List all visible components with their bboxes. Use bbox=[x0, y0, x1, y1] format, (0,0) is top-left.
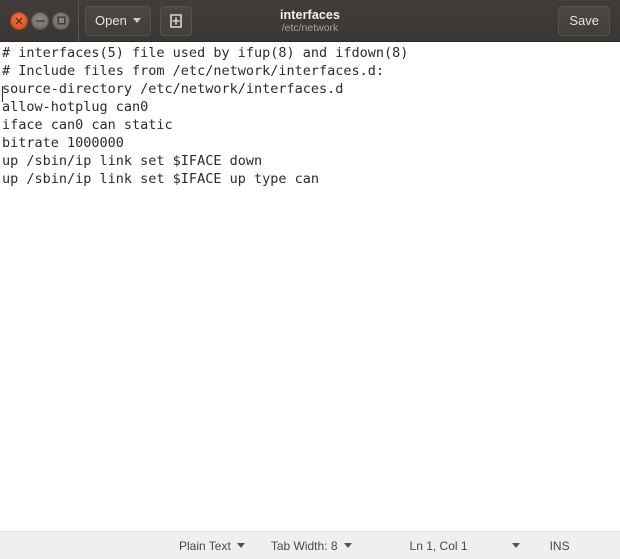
position-dropdown[interactable] bbox=[511, 543, 520, 548]
window-title: interfaces bbox=[279, 7, 341, 22]
code-line: up /sbin/ip link set $IFACE up type can bbox=[2, 171, 319, 187]
chevron-down-icon bbox=[511, 543, 520, 548]
open-button[interactable]: Open bbox=[85, 5, 151, 36]
tab-width-label: Tab Width: 8 bbox=[270, 538, 338, 553]
new-document-button[interactable] bbox=[159, 5, 192, 36]
code-line: bitrate 1000000 bbox=[2, 135, 124, 151]
code-line: # interfaces(5) file used by ifup(8) and… bbox=[2, 45, 409, 61]
minimize-window-button[interactable] bbox=[31, 11, 49, 30]
window-controls bbox=[10, 11, 70, 30]
header-bar: Open interfaces /etc/network Save bbox=[0, 0, 620, 42]
insert-mode-label: INS bbox=[549, 538, 570, 553]
status-bar: Plain Text Tab Width: 8 Ln 1, Col 1 INS bbox=[0, 531, 620, 559]
tab-width-selector[interactable]: Tab Width: 8 bbox=[271, 539, 352, 553]
code-line: allow-hotplug can0 bbox=[2, 99, 149, 115]
save-button[interactable]: Save bbox=[558, 5, 610, 36]
code-line: # Include files from /etc/network/interf… bbox=[2, 63, 385, 79]
new-document-icon bbox=[170, 13, 182, 28]
maximize-window-button[interactable] bbox=[52, 11, 70, 30]
minimize-icon bbox=[35, 19, 45, 22]
open-button-label: Open bbox=[95, 13, 127, 28]
window-subtitle-path: /etc/network bbox=[281, 21, 339, 34]
save-button-label: Save bbox=[569, 13, 599, 28]
chevron-down-icon bbox=[132, 18, 141, 23]
text-cursor bbox=[2, 86, 3, 102]
cursor-position-label: Ln 1, Col 1 bbox=[409, 538, 468, 553]
gedit-window: Open interfaces /etc/network Save # inte… bbox=[0, 0, 620, 559]
code-line: source-directory /etc/network/interfaces… bbox=[2, 81, 344, 97]
language-selector[interactable]: Plain Text bbox=[179, 539, 245, 553]
close-window-button[interactable] bbox=[10, 11, 28, 30]
document-text[interactable]: # interfaces(5) file used by ifup(8) and… bbox=[0, 42, 620, 188]
cursor-position: Ln 1, Col 1 bbox=[410, 539, 468, 553]
code-line: up /sbin/ip link set $IFACE down bbox=[2, 153, 263, 169]
code-line: iface can0 can static bbox=[2, 117, 173, 133]
chevron-down-icon bbox=[236, 543, 245, 548]
chevron-down-icon bbox=[343, 543, 352, 548]
close-icon bbox=[15, 17, 23, 24]
maximize-icon bbox=[57, 16, 65, 25]
text-editor-area[interactable]: # interfaces(5) file used by ifup(8) and… bbox=[0, 42, 620, 531]
language-label: Plain Text bbox=[179, 538, 231, 553]
header-separator bbox=[78, 0, 79, 42]
insert-mode-indicator[interactable]: INS bbox=[550, 539, 570, 553]
